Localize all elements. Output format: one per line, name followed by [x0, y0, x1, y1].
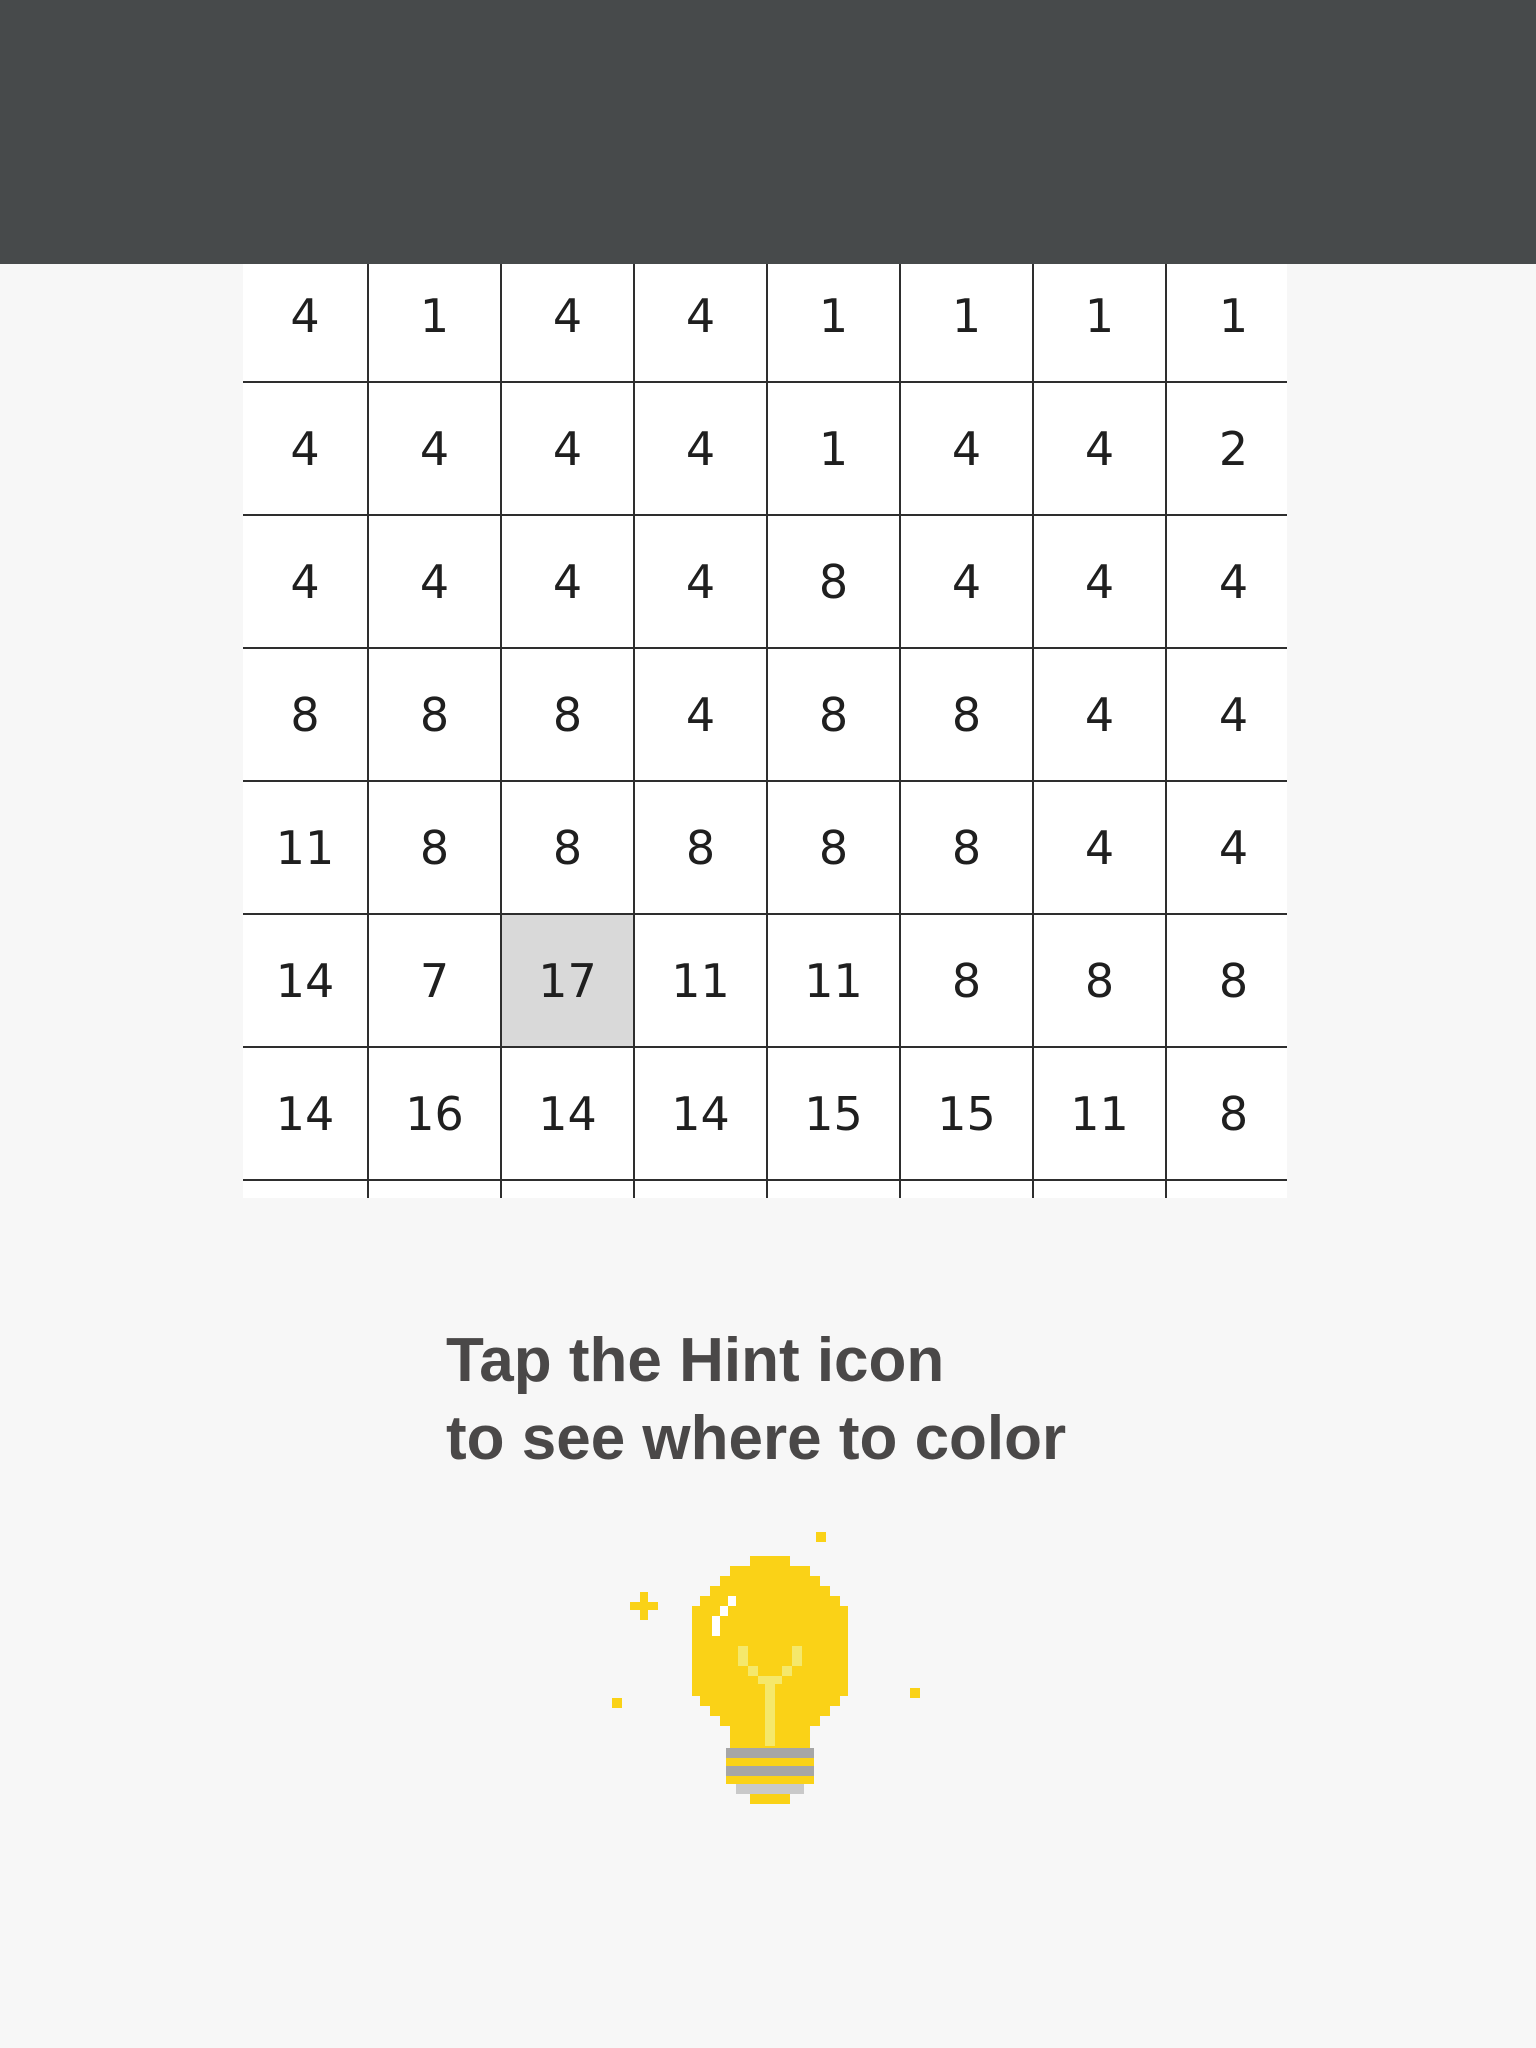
grid-cell[interactable]: 4	[243, 383, 369, 516]
grid-cell[interactable]: 8	[369, 782, 502, 915]
grid-cell[interactable]	[243, 1181, 369, 1198]
grid-cell[interactable]: 7	[369, 915, 502, 1048]
highlighted-grid-cell[interactable]: 17	[502, 915, 635, 1048]
number-grid: 4 1 4 4 1 1 1 1 4 4 4 4 1 4 4 2 4 4 4 4 8 4 4 4 8 8 8 4 8 8 4 4 11 8 8 8 8 8 4…	[243, 250, 1287, 1198]
grid-cell[interactable]: 4	[502, 383, 635, 516]
grid-cell[interactable]: 4	[243, 516, 369, 649]
grid-cell[interactable]: 8	[901, 649, 1034, 782]
grid-cell[interactable]	[901, 1181, 1034, 1198]
grid-cell[interactable]: 4	[1034, 516, 1167, 649]
grid-cell[interactable]: 8	[768, 649, 901, 782]
grid-cell[interactable]: 8	[502, 649, 635, 782]
grid-cell[interactable]: 11	[243, 782, 369, 915]
bulb-base	[726, 1748, 814, 1804]
grid-cell[interactable]: 11	[768, 915, 901, 1048]
grid-cell[interactable]: 4	[1167, 649, 1287, 782]
grid-cell[interactable]: 8	[1167, 1048, 1287, 1181]
puzzle-grid-area: 4 1 4 4 1 1 1 1 4 4 4 4 1 4 4 2 4 4 4 4 8 4 4 4 8 8 8 4 8 8 4 4 11 8 8 8 8 8 4…	[243, 250, 1287, 1198]
grid-cell[interactable]: 15	[768, 1048, 901, 1181]
grid-cell[interactable]: 4	[635, 516, 768, 649]
grid-cell[interactable]: 11	[1034, 1048, 1167, 1181]
grid-cell[interactable]: 4	[502, 250, 635, 383]
grid-cell[interactable]: 8	[369, 649, 502, 782]
lightbulb-icon[interactable]	[600, 1520, 940, 1820]
grid-cell[interactable]: 1	[768, 383, 901, 516]
caption-line-2: to see where to color	[446, 1404, 1067, 1473]
grid-cell[interactable]: 16	[369, 1048, 502, 1181]
hint-caption: Tap the Hint icon to see where to color	[446, 1322, 1246, 1478]
grid-cell[interactable]: 4	[635, 383, 768, 516]
grid-cell[interactable]	[768, 1181, 901, 1198]
grid-cell[interactable]: 1	[1167, 250, 1287, 383]
grid-cell[interactable]: 4	[635, 250, 768, 383]
grid-cell[interactable]: 8	[635, 782, 768, 915]
grid-cell[interactable]: 8	[243, 649, 369, 782]
grid-cell[interactable]: 1	[901, 250, 1034, 383]
grid-cell[interactable]	[1167, 1181, 1287, 1198]
grid-cell[interactable]: 11	[635, 915, 768, 1048]
grid-cell[interactable]: 4	[901, 516, 1034, 649]
grid-cell[interactable]: 8	[901, 915, 1034, 1048]
grid-cell[interactable]: 4	[1034, 782, 1167, 915]
top-bar	[0, 0, 1536, 264]
grid-cell[interactable]: 14	[635, 1048, 768, 1181]
grid-cell[interactable]: 4	[901, 383, 1034, 516]
grid-cell[interactable]: 4	[1167, 782, 1287, 915]
grid-cell[interactable]: 4	[1034, 649, 1167, 782]
caption-line-1: Tap the Hint icon	[446, 1326, 945, 1395]
grid-cell[interactable]: 4	[1167, 516, 1287, 649]
grid-cell[interactable]	[369, 1181, 502, 1198]
grid-cell[interactable]: 14	[243, 915, 369, 1048]
grid-cell[interactable]: 14	[243, 1048, 369, 1181]
grid-cell[interactable]: 8	[1034, 915, 1167, 1048]
grid-cell[interactable]: 1	[768, 250, 901, 383]
grid-cell[interactable]: 8	[768, 516, 901, 649]
grid-cell[interactable]: 14	[502, 1048, 635, 1181]
grid-cell[interactable]: 4	[243, 250, 369, 383]
grid-cell[interactable]: 4	[369, 383, 502, 516]
grid-cell[interactable]	[502, 1181, 635, 1198]
grid-cell[interactable]: 4	[502, 516, 635, 649]
grid-cell[interactable]: 4	[1034, 383, 1167, 516]
grid-cell[interactable]: 8	[768, 782, 901, 915]
grid-cell[interactable]	[635, 1181, 768, 1198]
grid-cell[interactable]: 1	[369, 250, 502, 383]
grid-cell[interactable]	[1034, 1181, 1167, 1198]
grid-cell[interactable]: 4	[635, 649, 768, 782]
grid-cell[interactable]: 4	[369, 516, 502, 649]
grid-cell[interactable]: 8	[1167, 915, 1287, 1048]
grid-cell[interactable]: 8	[502, 782, 635, 915]
grid-cell[interactable]: 15	[901, 1048, 1034, 1181]
grid-cell[interactable]: 8	[901, 782, 1034, 915]
grid-cell[interactable]: 2	[1167, 383, 1287, 516]
grid-cell[interactable]: 1	[1034, 250, 1167, 383]
